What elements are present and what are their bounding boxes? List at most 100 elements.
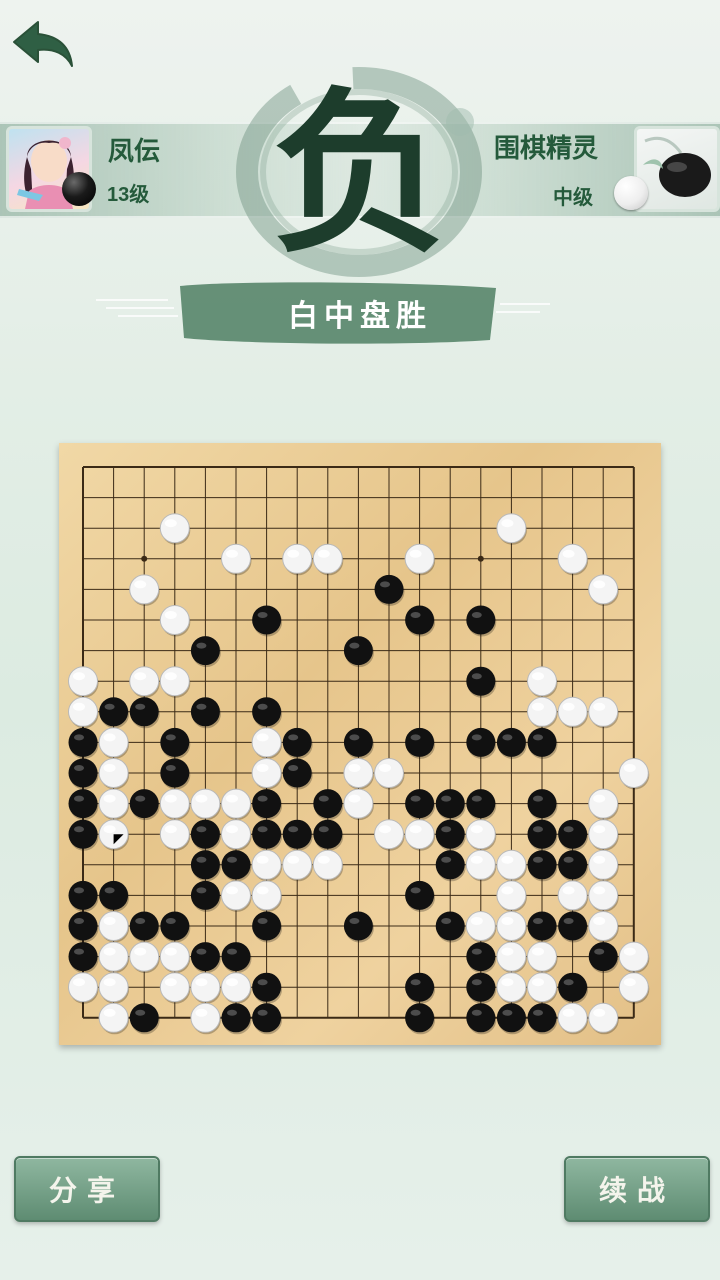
left-player-level: 13级: [107, 184, 150, 206]
white-stone: [527, 972, 558, 1004]
right-player-stone-icon: [614, 176, 648, 210]
white-stone: [557, 880, 589, 912]
black-stone: [588, 942, 619, 974]
black-stone: [405, 789, 436, 821]
black-stone: [99, 697, 130, 729]
black-stone: [466, 605, 497, 637]
black-stone: [252, 1003, 283, 1035]
black-stone: [466, 666, 497, 698]
black-stone: [558, 911, 589, 943]
black-stone: [405, 880, 436, 912]
white-stone: [221, 788, 252, 821]
white-stone: [190, 788, 221, 821]
result-verdict: 负: [271, 69, 448, 277]
white-stone: [527, 666, 558, 698]
white-stone: [129, 941, 160, 974]
black-stone: [374, 574, 405, 606]
white-stone: [159, 788, 191, 821]
white-stone: [343, 788, 374, 821]
white-stone: [496, 911, 527, 943]
black-stone: [282, 758, 313, 790]
white-stone: [557, 1002, 589, 1035]
black-stone: [405, 1003, 436, 1035]
white-stone: [588, 880, 619, 912]
black-stone: [558, 972, 589, 1004]
black-stone: [558, 819, 589, 851]
white-stone: [527, 696, 558, 729]
black-stone: [68, 911, 99, 943]
white-stone: [465, 849, 497, 882]
white-stone: [159, 666, 191, 698]
white-stone: [190, 1002, 221, 1035]
white-stone: [159, 605, 191, 637]
black-stone: [252, 819, 283, 851]
black-stone: [527, 819, 558, 851]
black-stone: [435, 911, 466, 943]
white-stone: [221, 543, 252, 576]
black-stone: [405, 972, 436, 1004]
black-stone: [313, 789, 344, 821]
white-stone: [190, 972, 221, 1004]
white-stone: [588, 819, 619, 851]
white-stone: [98, 911, 130, 943]
black-stone: [160, 911, 191, 943]
back-button[interactable]: [10, 18, 76, 72]
white-stone: [251, 758, 283, 790]
white-stone: [374, 819, 405, 851]
continue-battle-button[interactable]: 续战: [564, 1156, 710, 1222]
white-stone: [557, 543, 589, 576]
black-stone: [252, 789, 283, 821]
black-stone: [527, 789, 558, 821]
white-stone: [343, 758, 374, 790]
white-stone: [496, 513, 527, 545]
white-stone: [251, 880, 283, 912]
black-stone: [405, 727, 436, 759]
right-player-level: 中级: [553, 187, 593, 209]
black-stone: [282, 727, 313, 759]
black-stone: [282, 819, 313, 851]
white-stone: [98, 758, 130, 790]
star-point: [141, 555, 148, 562]
white-stone: [221, 972, 252, 1004]
white-stone: [251, 727, 283, 759]
black-stone: [129, 789, 160, 821]
black-stone: [435, 850, 466, 882]
black-stone: [252, 697, 283, 729]
white-stone: [588, 574, 619, 606]
black-stone: [99, 880, 130, 912]
white-stone: [496, 849, 527, 882]
white-stone: [496, 880, 527, 912]
white-stone: [312, 849, 344, 882]
black-stone: [252, 911, 283, 943]
black-stone: [496, 727, 527, 759]
black-stone: [129, 697, 160, 729]
black-stone: [160, 727, 191, 759]
share-button[interactable]: 分享: [14, 1156, 160, 1222]
black-stone: [190, 636, 221, 668]
go-board[interactable]: [59, 443, 661, 1045]
black-stone: [221, 1003, 252, 1035]
white-stone: [282, 543, 313, 576]
black-stone: [343, 727, 374, 759]
black-stone: [435, 789, 466, 821]
white-stone: [98, 788, 130, 821]
black-stone: [343, 636, 374, 668]
white-stone: [527, 941, 558, 974]
white-stone: [98, 972, 130, 1004]
black-stone: [68, 758, 99, 790]
white-stone: [98, 1002, 130, 1035]
white-stone: [312, 543, 344, 576]
black-stone: [190, 850, 221, 882]
left-player-name: 凤伝: [108, 136, 161, 166]
white-stone: [374, 758, 405, 790]
white-stone: [251, 849, 283, 882]
white-stone: [618, 758, 650, 790]
black-stone: [160, 758, 191, 790]
black-stone: [68, 880, 99, 912]
white-stone: [159, 941, 191, 974]
white-stone: [557, 696, 589, 729]
right-player-avatar[interactable]: [634, 126, 720, 212]
black-stone: [527, 1003, 558, 1035]
back-arrow-icon: [13, 21, 73, 67]
white-stone: [465, 819, 497, 851]
